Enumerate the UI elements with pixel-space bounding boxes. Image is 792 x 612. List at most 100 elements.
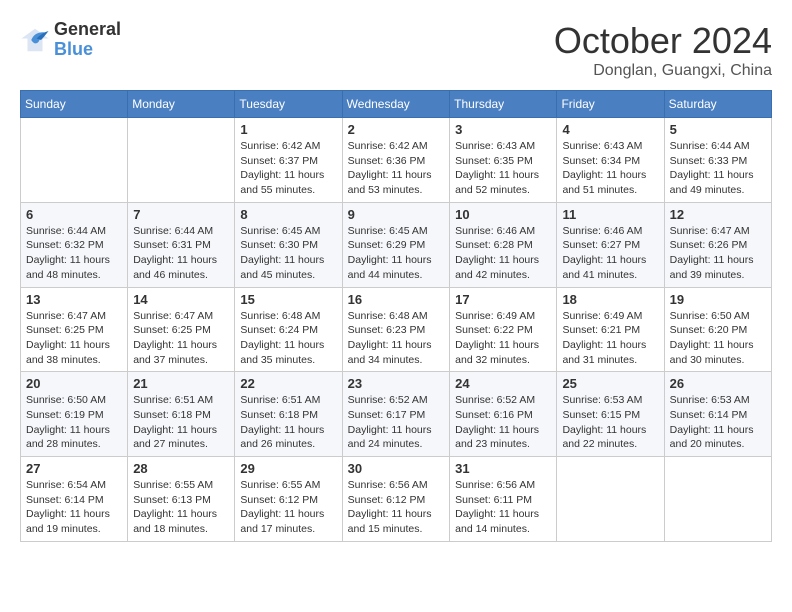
calendar-cell: 14 Sunrise: 6:47 AM Sunset: 6:25 PM Dayli… <box>128 287 235 372</box>
day-number: 7 <box>133 207 229 222</box>
day-info: Sunrise: 6:55 AM Sunset: 6:13 PM Dayligh… <box>133 478 229 537</box>
day-number: 25 <box>562 376 658 391</box>
day-number: 9 <box>348 207 444 222</box>
day-info: Sunrise: 6:46 AM Sunset: 6:28 PM Dayligh… <box>455 224 551 283</box>
calendar-cell: 23Sunrise: 6:52 AM Sunset: 6:17 PM Dayli… <box>342 372 449 457</box>
day-number: 23 <box>348 376 444 391</box>
day-info: Sunrise: 6:48 AM Sunset: 6:23 PM Dayligh… <box>348 309 444 368</box>
logo: General Blue <box>20 20 121 60</box>
day-number: 21 <box>133 376 229 391</box>
header-row: SundayMondayTuesdayWednesdayThursdayFrid… <box>21 91 772 118</box>
calendar-cell: 8Sunrise: 6:45 AM Sunset: 6:30 PM Daylig… <box>235 202 342 287</box>
day-info: Sunrise: 6:47 AM Sunset: 6:25 PM Dayligh… <box>133 309 229 368</box>
calendar-cell: 16 Sunrise: 6:48 AM Sunset: 6:23 PM Dayli… <box>342 287 449 372</box>
day-number: 20 <box>26 376 122 391</box>
day-info: Sunrise: 6:49 AM Sunset: 6:22 PM Dayligh… <box>455 309 551 368</box>
day-number: 3 <box>455 122 551 137</box>
calendar-cell: 6 Sunrise: 6:44 AM Sunset: 6:32 PM Daylig… <box>21 202 128 287</box>
calendar-cell: 12 Sunrise: 6:47 AM Sunset: 6:26 PM Dayli… <box>664 202 771 287</box>
day-info: Sunrise: 6:47 AM Sunset: 6:26 PM Dayligh… <box>670 224 766 283</box>
month-title: October 2024 <box>554 20 772 62</box>
header-cell-tuesday: Tuesday <box>235 91 342 118</box>
day-info: Sunrise: 6:44 AM Sunset: 6:32 PM Dayligh… <box>26 224 122 283</box>
calendar-cell: 3 Sunrise: 6:43 AM Sunset: 6:35 PM Daylig… <box>450 118 557 203</box>
day-number: 16 <box>348 292 444 307</box>
calendar-cell: 19Sunrise: 6:50 AM Sunset: 6:20 PM Dayli… <box>664 287 771 372</box>
day-info: Sunrise: 6:49 AM Sunset: 6:21 PM Dayligh… <box>562 309 658 368</box>
day-info: Sunrise: 6:50 AM Sunset: 6:19 PM Dayligh… <box>26 393 122 452</box>
day-number: 31 <box>455 461 551 476</box>
calendar-cell: 1 Sunrise: 6:42 AM Sunset: 6:37 PM Daylig… <box>235 118 342 203</box>
header-cell-monday: Monday <box>128 91 235 118</box>
day-number: 5 <box>670 122 766 137</box>
calendar-cell: 4Sunrise: 6:43 AM Sunset: 6:34 PM Daylig… <box>557 118 664 203</box>
calendar-cell: 22 Sunrise: 6:51 AM Sunset: 6:18 PM Dayli… <box>235 372 342 457</box>
calendar-cell: 17 Sunrise: 6:49 AM Sunset: 6:22 PM Dayli… <box>450 287 557 372</box>
calendar-table: SundayMondayTuesdayWednesdayThursdayFrid… <box>20 90 772 542</box>
week-row: 1 Sunrise: 6:42 AM Sunset: 6:37 PM Daylig… <box>21 118 772 203</box>
day-number: 24 <box>455 376 551 391</box>
day-number: 22 <box>240 376 336 391</box>
header-cell-sunday: Sunday <box>21 91 128 118</box>
day-info: Sunrise: 6:47 AM Sunset: 6:25 PM Dayligh… <box>26 309 122 368</box>
day-info: Sunrise: 6:45 AM Sunset: 6:29 PM Dayligh… <box>348 224 444 283</box>
calendar-cell: 29 Sunrise: 6:55 AM Sunset: 6:12 PM Dayli… <box>235 457 342 542</box>
calendar-cell: 31Sunrise: 6:56 AM Sunset: 6:11 PM Dayli… <box>450 457 557 542</box>
day-number: 17 <box>455 292 551 307</box>
header-cell-saturday: Saturday <box>664 91 771 118</box>
day-number: 2 <box>348 122 444 137</box>
day-number: 30 <box>348 461 444 476</box>
day-info: Sunrise: 6:44 AM Sunset: 6:31 PM Dayligh… <box>133 224 229 283</box>
day-number: 26 <box>670 376 766 391</box>
day-number: 6 <box>26 207 122 222</box>
title-area: October 2024 Donglan, Guangxi, China <box>554 20 772 80</box>
location-title: Donglan, Guangxi, China <box>554 62 772 80</box>
day-number: 18 <box>562 292 658 307</box>
calendar-cell <box>128 118 235 203</box>
day-info: Sunrise: 6:54 AM Sunset: 6:14 PM Dayligh… <box>26 478 122 537</box>
day-info: Sunrise: 6:51 AM Sunset: 6:18 PM Dayligh… <box>133 393 229 452</box>
calendar-cell: 9 Sunrise: 6:45 AM Sunset: 6:29 PM Daylig… <box>342 202 449 287</box>
day-number: 12 <box>670 207 766 222</box>
day-info: Sunrise: 6:43 AM Sunset: 6:35 PM Dayligh… <box>455 139 551 198</box>
day-info: Sunrise: 6:50 AM Sunset: 6:20 PM Dayligh… <box>670 309 766 368</box>
calendar-cell: 27 Sunrise: 6:54 AM Sunset: 6:14 PM Dayli… <box>21 457 128 542</box>
calendar-cell: 30 Sunrise: 6:56 AM Sunset: 6:12 PM Dayli… <box>342 457 449 542</box>
day-info: Sunrise: 6:42 AM Sunset: 6:37 PM Dayligh… <box>240 139 336 198</box>
week-row: 20 Sunrise: 6:50 AM Sunset: 6:19 PM Dayli… <box>21 372 772 457</box>
week-row: 6 Sunrise: 6:44 AM Sunset: 6:32 PM Daylig… <box>21 202 772 287</box>
calendar-cell: 13 Sunrise: 6:47 AM Sunset: 6:25 PM Dayli… <box>21 287 128 372</box>
day-number: 13 <box>26 292 122 307</box>
day-number: 29 <box>240 461 336 476</box>
logo-icon <box>20 25 50 55</box>
day-info: Sunrise: 6:48 AM Sunset: 6:24 PM Dayligh… <box>240 309 336 368</box>
day-info: Sunrise: 6:55 AM Sunset: 6:12 PM Dayligh… <box>240 478 336 537</box>
header-cell-thursday: Thursday <box>450 91 557 118</box>
day-info: Sunrise: 6:56 AM Sunset: 6:12 PM Dayligh… <box>348 478 444 537</box>
day-number: 11 <box>562 207 658 222</box>
day-info: Sunrise: 6:43 AM Sunset: 6:34 PM Dayligh… <box>562 139 658 198</box>
day-info: Sunrise: 6:53 AM Sunset: 6:15 PM Dayligh… <box>562 393 658 452</box>
calendar-cell: 2 Sunrise: 6:42 AM Sunset: 6:36 PM Daylig… <box>342 118 449 203</box>
calendar-cell: 28Sunrise: 6:55 AM Sunset: 6:13 PM Dayli… <box>128 457 235 542</box>
header-cell-friday: Friday <box>557 91 664 118</box>
logo-text: General Blue <box>54 20 121 60</box>
calendar-cell: 11Sunrise: 6:46 AM Sunset: 6:27 PM Dayli… <box>557 202 664 287</box>
calendar-cell: 25 Sunrise: 6:53 AM Sunset: 6:15 PM Dayli… <box>557 372 664 457</box>
day-info: Sunrise: 6:42 AM Sunset: 6:36 PM Dayligh… <box>348 139 444 198</box>
day-number: 1 <box>240 122 336 137</box>
calendar-cell: 10 Sunrise: 6:46 AM Sunset: 6:28 PM Dayli… <box>450 202 557 287</box>
week-row: 27 Sunrise: 6:54 AM Sunset: 6:14 PM Dayli… <box>21 457 772 542</box>
calendar-cell: 24Sunrise: 6:52 AM Sunset: 6:16 PM Dayli… <box>450 372 557 457</box>
day-number: 27 <box>26 461 122 476</box>
calendar-cell <box>664 457 771 542</box>
day-number: 10 <box>455 207 551 222</box>
day-info: Sunrise: 6:51 AM Sunset: 6:18 PM Dayligh… <box>240 393 336 452</box>
day-number: 14 <box>133 292 229 307</box>
calendar-cell: 7 Sunrise: 6:44 AM Sunset: 6:31 PM Daylig… <box>128 202 235 287</box>
week-row: 13 Sunrise: 6:47 AM Sunset: 6:25 PM Dayli… <box>21 287 772 372</box>
calendar-cell: 21 Sunrise: 6:51 AM Sunset: 6:18 PM Dayli… <box>128 372 235 457</box>
day-info: Sunrise: 6:45 AM Sunset: 6:30 PM Dayligh… <box>240 224 336 283</box>
calendar-cell <box>21 118 128 203</box>
calendar-cell: 26Sunrise: 6:53 AM Sunset: 6:14 PM Dayli… <box>664 372 771 457</box>
